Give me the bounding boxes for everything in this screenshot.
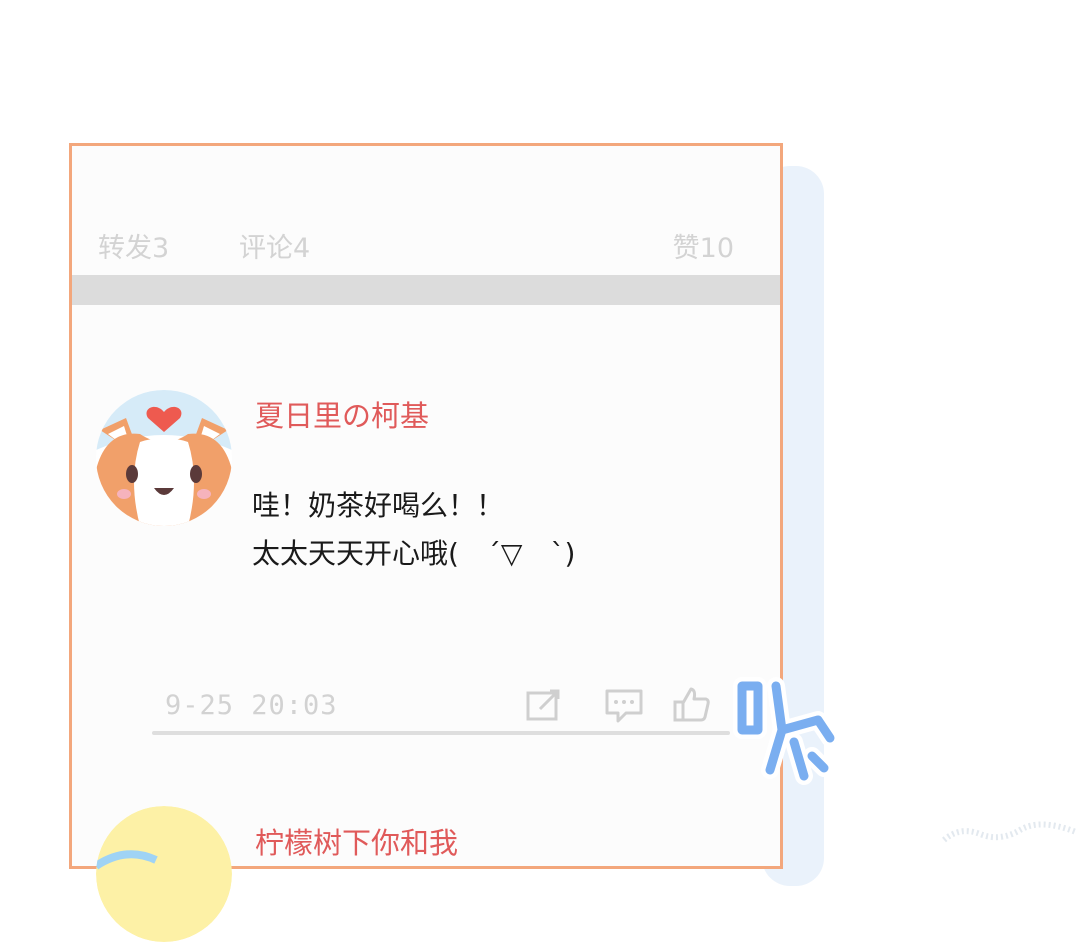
comment-username[interactable]: 夏日里の柯基 <box>255 393 429 435</box>
post-stats-bar: 转发3 评论4 赞10 <box>72 226 780 264</box>
like-count-button[interactable]: 赞10 <box>673 226 734 265</box>
decorative-scribble <box>940 818 1080 844</box>
corgi-avatar[interactable] <box>96 390 232 526</box>
reply-icon[interactable] <box>604 685 644 725</box>
comment-timestamp: 9-25 20:03 <box>165 690 338 721</box>
comment-count-button[interactable]: 评论4 <box>239 226 310 265</box>
corgi-avatar-image <box>96 390 232 526</box>
comment-username[interactable]: 柠檬树下你和我 <box>255 820 458 862</box>
phone-screen: 转发3 评论4 赞10 夏日里の柯基 哇！奶茶好喝么！！ 太太天天开心哦(´▽… <box>69 143 783 942</box>
sound-effect-text <box>728 672 840 788</box>
comment-text-line: 哇！奶茶好喝么！！ <box>252 489 505 522</box>
share-icon[interactable] <box>524 685 564 725</box>
repost-count-button[interactable]: 转发3 <box>98 226 169 265</box>
comment-text-line: 太太天天开心哦( ´▽ `) <box>252 537 576 570</box>
section-divider <box>72 275 780 305</box>
lemon-avatar[interactable] <box>96 806 232 942</box>
thumbs-up-icon[interactable] <box>672 685 712 725</box>
lemon-avatar-image <box>96 806 232 942</box>
comment-actions <box>524 685 714 725</box>
comment-separator <box>152 731 730 735</box>
